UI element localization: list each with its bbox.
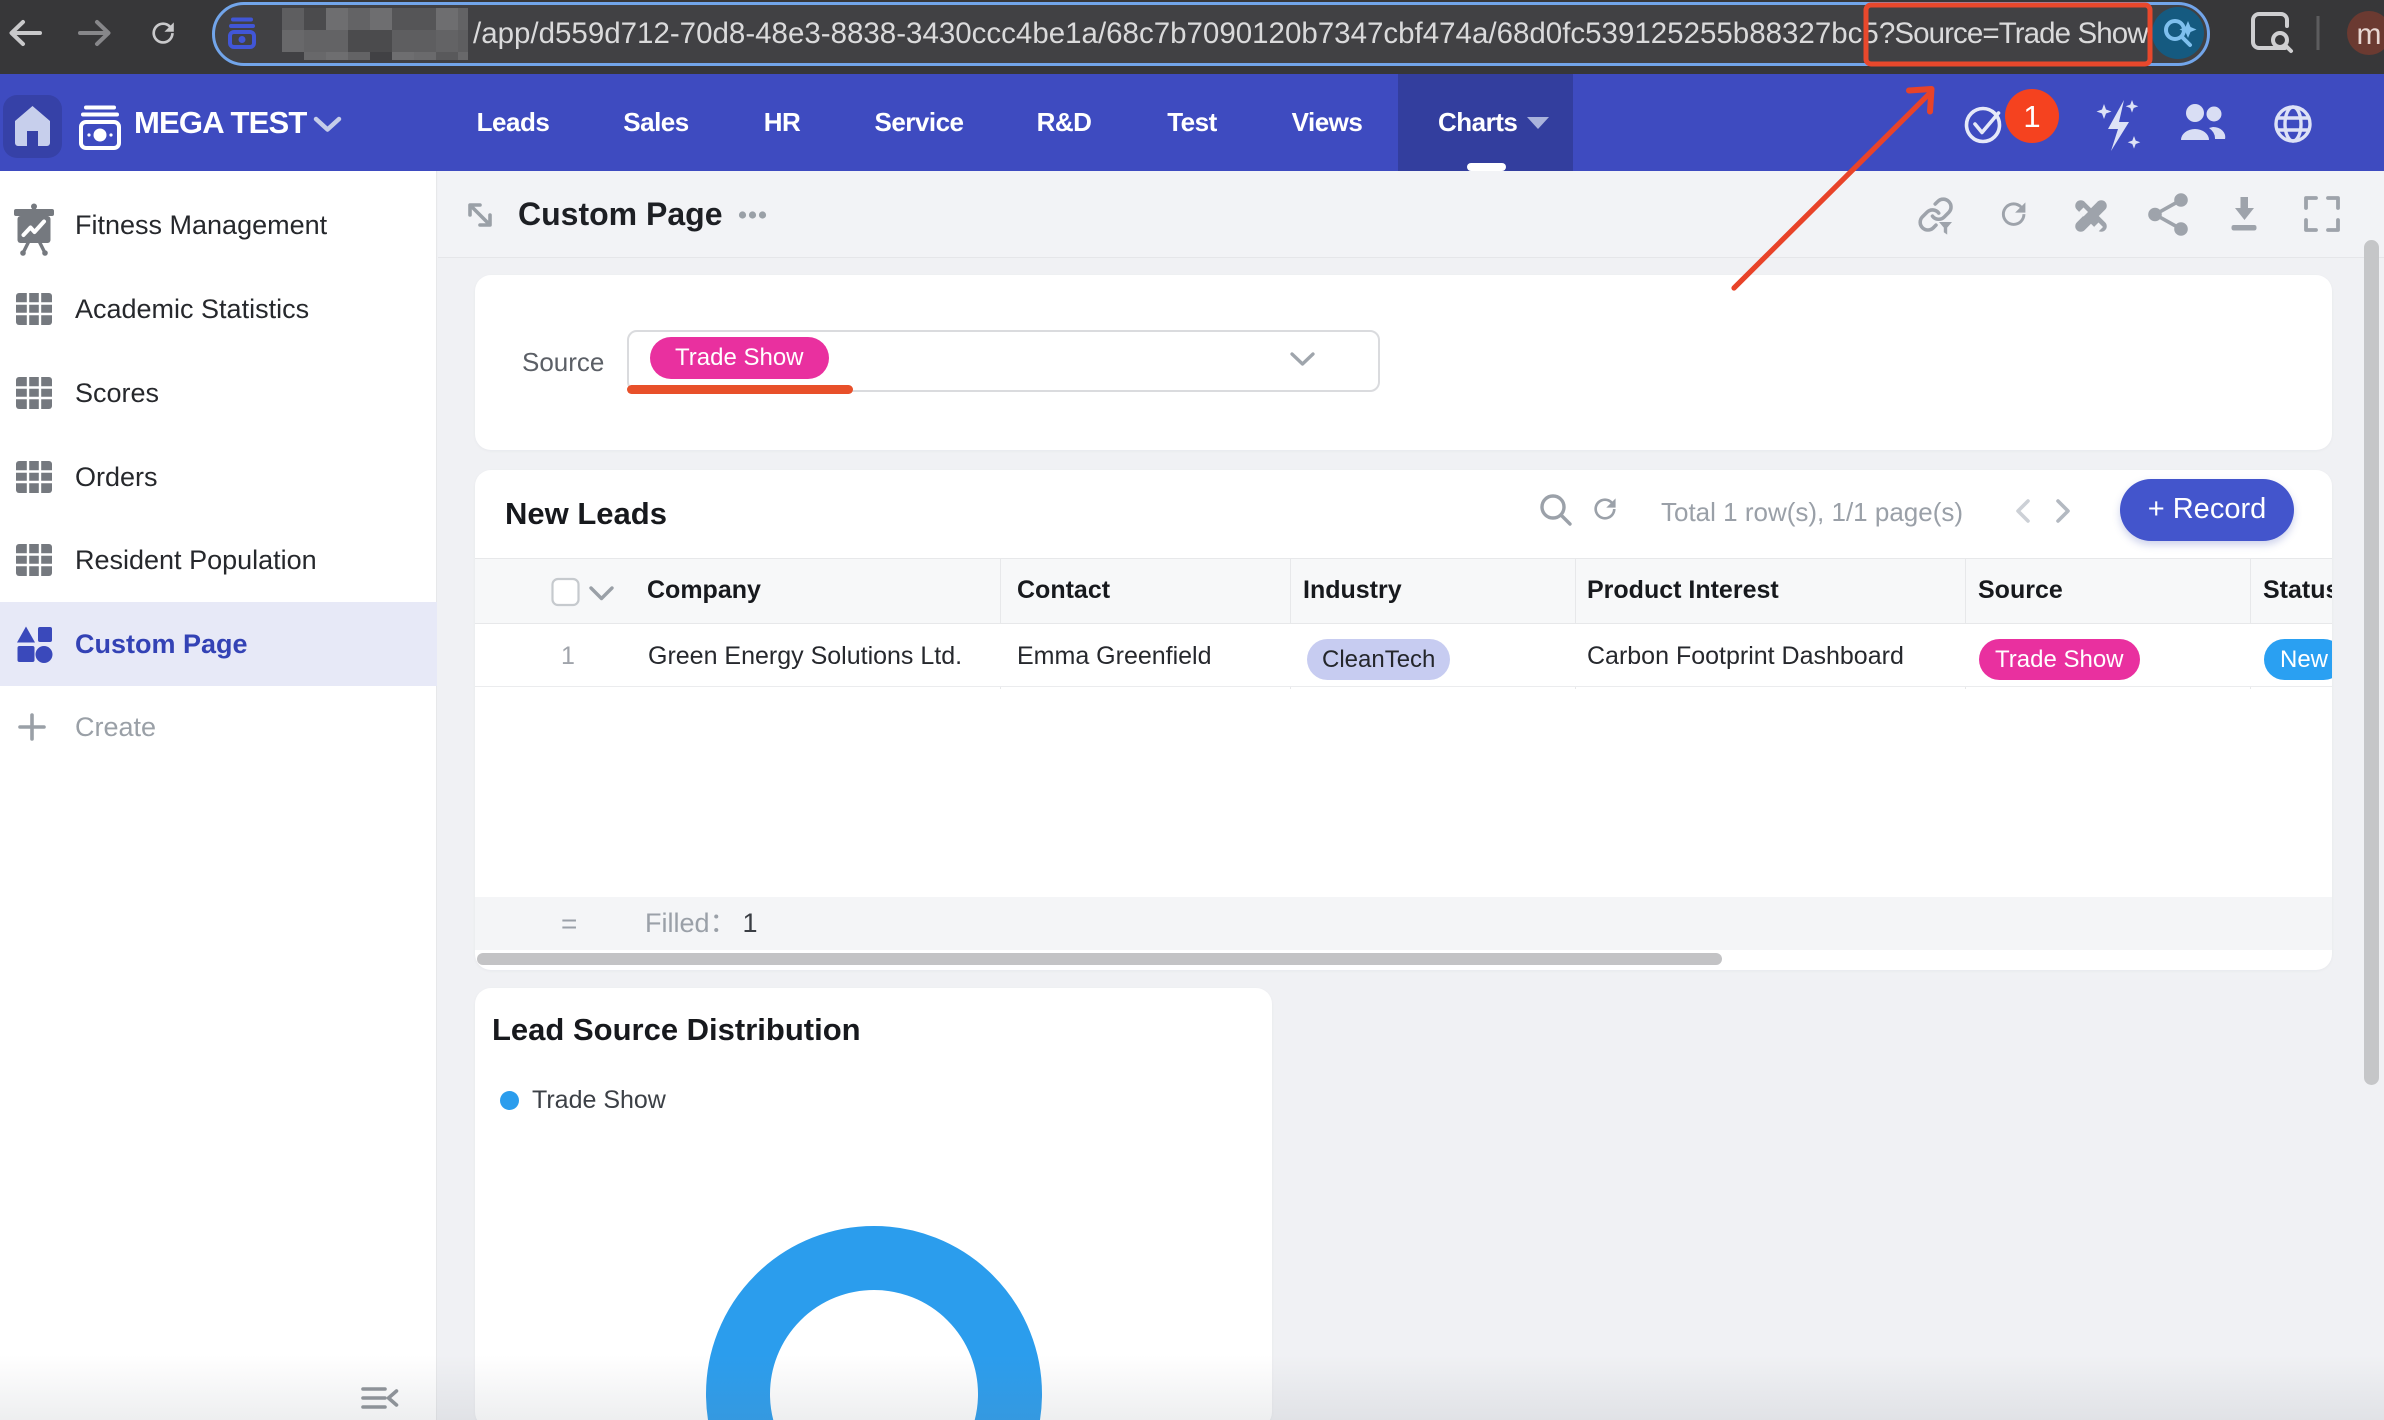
svg-text:1: 1 xyxy=(2023,99,2040,134)
svg-text:m: m xyxy=(2357,18,2382,51)
